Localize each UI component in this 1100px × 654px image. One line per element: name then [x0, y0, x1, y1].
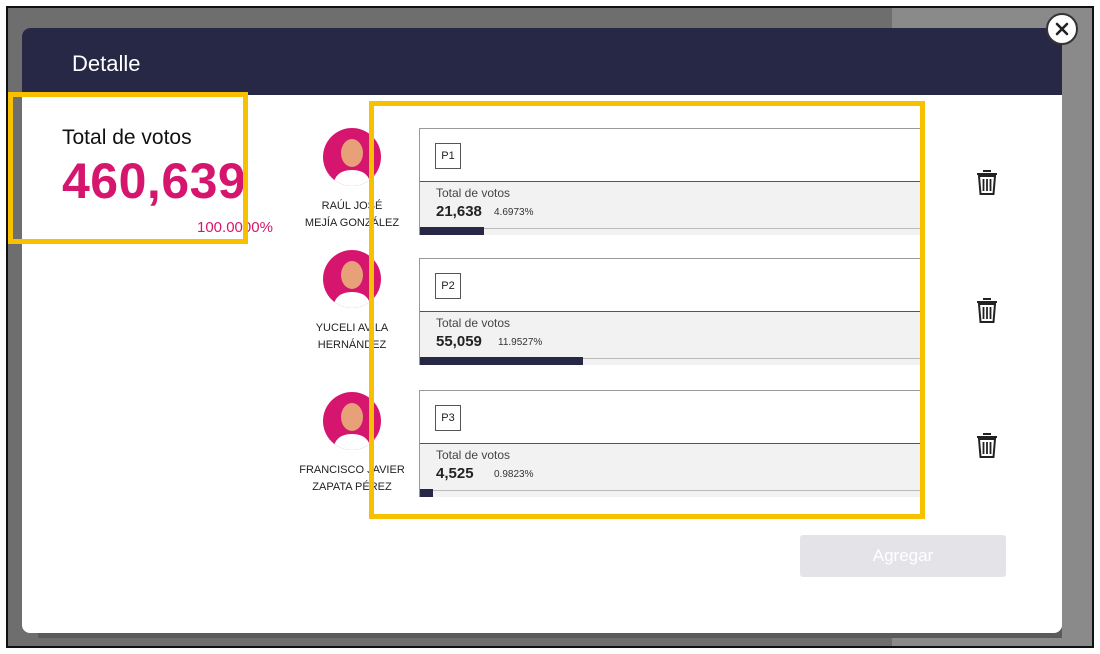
total-votes-value: 460,639 [62, 153, 247, 209]
candidate-name-line1: FRANCISCO JAVIER [299, 464, 405, 476]
party-card-votes: Total de votos 55,059 11.9527% [420, 312, 924, 365]
close-icon[interactable] [1046, 13, 1078, 45]
modal-title: Detalle [72, 51, 141, 76]
party-card-header: P2 [420, 259, 924, 312]
candidate-name: FRANCISCO JAVIER ZAPATA PÉREZ [282, 462, 422, 496]
party-card-header: P1 [420, 129, 924, 182]
modal-header: Detalle [22, 28, 1062, 95]
trash-icon[interactable] [976, 431, 998, 459]
vote-share-bar [420, 227, 484, 235]
party-badge: P1 [435, 143, 461, 169]
trash-icon[interactable] [976, 168, 998, 196]
party-badge: P2 [435, 273, 461, 299]
candidate-name: YUCELI AVILA HERNÁNDEZ [282, 320, 422, 354]
candidate-item: RAÚL JOSÉ MEJÍA GONZÁLEZ [282, 128, 422, 232]
party-card-votes: Total de votos 21,638 4.6973% [420, 182, 924, 235]
vote-share-bar [420, 357, 583, 365]
votes-label: Total de votos [436, 186, 511, 200]
party-card-header: P3 [420, 391, 924, 444]
total-votes-label: Total de votos [62, 126, 192, 149]
votes-label: Total de votos [436, 448, 511, 462]
add-button[interactable]: Agregar [800, 535, 1006, 577]
votes-percent: 11.9527% [498, 337, 543, 348]
votes-percent: 0.9823% [494, 469, 534, 480]
vote-share-track [420, 228, 924, 235]
party-vote-card[interactable]: P3 Total de votos 4,525 0.9823% [419, 390, 925, 497]
candidate-name-line2: HERNÁNDEZ [317, 339, 387, 351]
votes-value: 55,059 [436, 333, 482, 350]
candidate-name-line2: ZAPATA PÉREZ [312, 481, 392, 493]
votes-label: Total de votos [436, 316, 511, 330]
candidate-item: YUCELI AVILA HERNÁNDEZ [282, 250, 422, 354]
trash-icon[interactable] [976, 296, 998, 324]
party-badge: P3 [435, 405, 461, 431]
person-avatar-icon [323, 128, 381, 186]
total-votes-block: Total de votos 460,639 100.0000% [62, 126, 273, 236]
votes-value: 21,638 [436, 203, 482, 220]
candidate-name: RAÚL JOSÉ MEJÍA GONZÁLEZ [282, 198, 422, 232]
vote-share-bar [420, 489, 433, 497]
votes-percent: 4.6973% [494, 207, 534, 218]
vote-share-track [420, 490, 924, 497]
votes-value: 4,525 [436, 465, 474, 482]
party-card-votes: Total de votos 4,525 0.9823% [420, 444, 924, 497]
candidate-name-line2: MEJÍA GONZÁLEZ [304, 217, 400, 229]
total-votes-percent: 100.0000% [197, 219, 273, 236]
candidate-item: FRANCISCO JAVIER ZAPATA PÉREZ [282, 392, 422, 496]
candidate-name-line1: RAÚL JOSÉ [321, 200, 383, 212]
detail-modal: Detalle Total de votos 460,639 100.0000%… [22, 28, 1062, 633]
person-avatar-icon [323, 392, 381, 450]
person-avatar-icon [323, 250, 381, 308]
background-window: Detalle Total de votos 460,639 100.0000%… [6, 6, 1094, 648]
party-vote-card[interactable]: P2 Total de votos 55,059 11.9527% [419, 258, 925, 365]
candidate-name-line1: YUCELI AVILA [315, 322, 389, 334]
party-vote-card[interactable]: P1 Total de votos 21,638 4.6973% [419, 128, 925, 235]
